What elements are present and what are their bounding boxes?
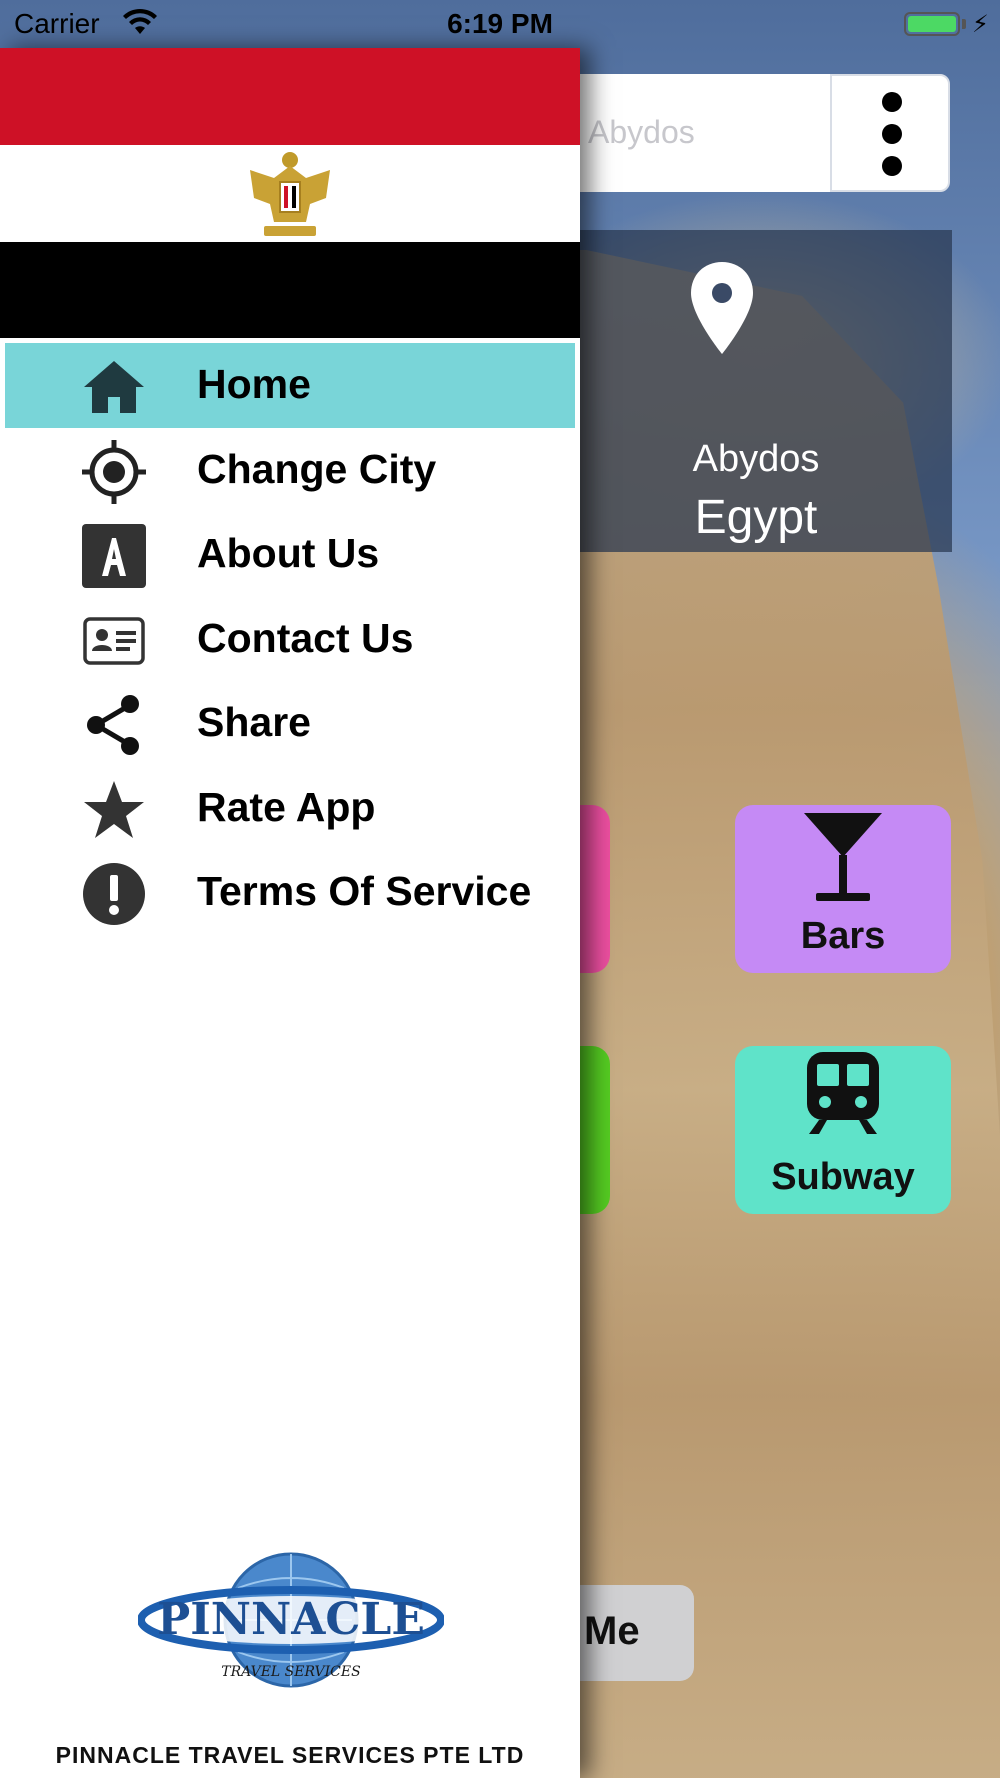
subway-label: Subway [771,1156,915,1198]
pinnacle-logo: PINNACLE TRAVEL SERVICES [138,1552,444,1688]
exclamation-icon [83,863,145,925]
flag-black-stripe [0,242,580,338]
menu-item-change-city[interactable]: Change City [0,428,580,513]
star-icon [84,780,144,838]
menu-item-label: Home [197,361,311,407]
subway-train-icon [807,1052,879,1134]
menu-item-share[interactable]: Share [0,681,580,766]
battery-icon [904,12,960,36]
subway-tile[interactable]: Subway [735,1046,951,1214]
clock-label: 6:19 PM [447,8,553,39]
eagle-of-saladin-emblem [250,152,330,236]
share-icon [87,695,139,755]
menu-item-home[interactable]: Home [5,343,575,428]
contact-card-icon [83,616,145,665]
target-icon [82,439,146,504]
menu-item-label: About Us [197,530,380,576]
company-name: PINNACLE TRAVEL SERVICES PTE LTD [55,1742,525,1768]
charging-bolt-icon: ⚡ [972,11,989,38]
home-icon [84,361,144,413]
status-bar: Carrier 6:19 PM ⚡ [0,0,1000,48]
menu-item-label: Share [197,699,311,745]
menu-item-rate-app[interactable]: Rate App [0,766,580,851]
flag-red-stripe [0,48,580,145]
menu-item-about-us[interactable]: About Us [0,512,580,597]
side-drawer: Home Change City About Us Contact Us Sha… [0,48,580,1778]
dot [882,156,902,176]
logo-text: PINNACLE [157,1594,425,1645]
battery-tip [962,19,966,29]
cocktail-icon [804,813,882,901]
location-card[interactable]: Abydos Egypt [560,230,952,552]
menu-item-label: Contact Us [197,614,414,661]
map-pin-icon [691,262,753,354]
menu-item-terms-of-service[interactable]: Terms Of Service [0,850,580,935]
search-input[interactable]: Abydos [560,74,830,192]
menu-item-label: Rate App [197,783,376,830]
location-country: Egypt [694,491,818,544]
menu-item-contact-us[interactable]: Contact Us [0,597,580,682]
drawer-menu: Home Change City About Us Contact Us Sha… [0,343,580,935]
bars-tile[interactable]: Bars [735,805,951,973]
menu-item-label: Change City [197,445,437,492]
more-options-button[interactable] [830,74,950,192]
egypt-flag-header [0,48,580,338]
letter-a-icon [82,524,146,588]
menu-item-label: Terms Of Service [197,868,532,914]
location-city: Abydos [692,438,820,480]
logo-subtext: TRAVEL SERVICES [221,1664,360,1680]
bars-label: Bars [800,915,886,957]
dot [882,92,902,112]
dot [882,124,902,144]
